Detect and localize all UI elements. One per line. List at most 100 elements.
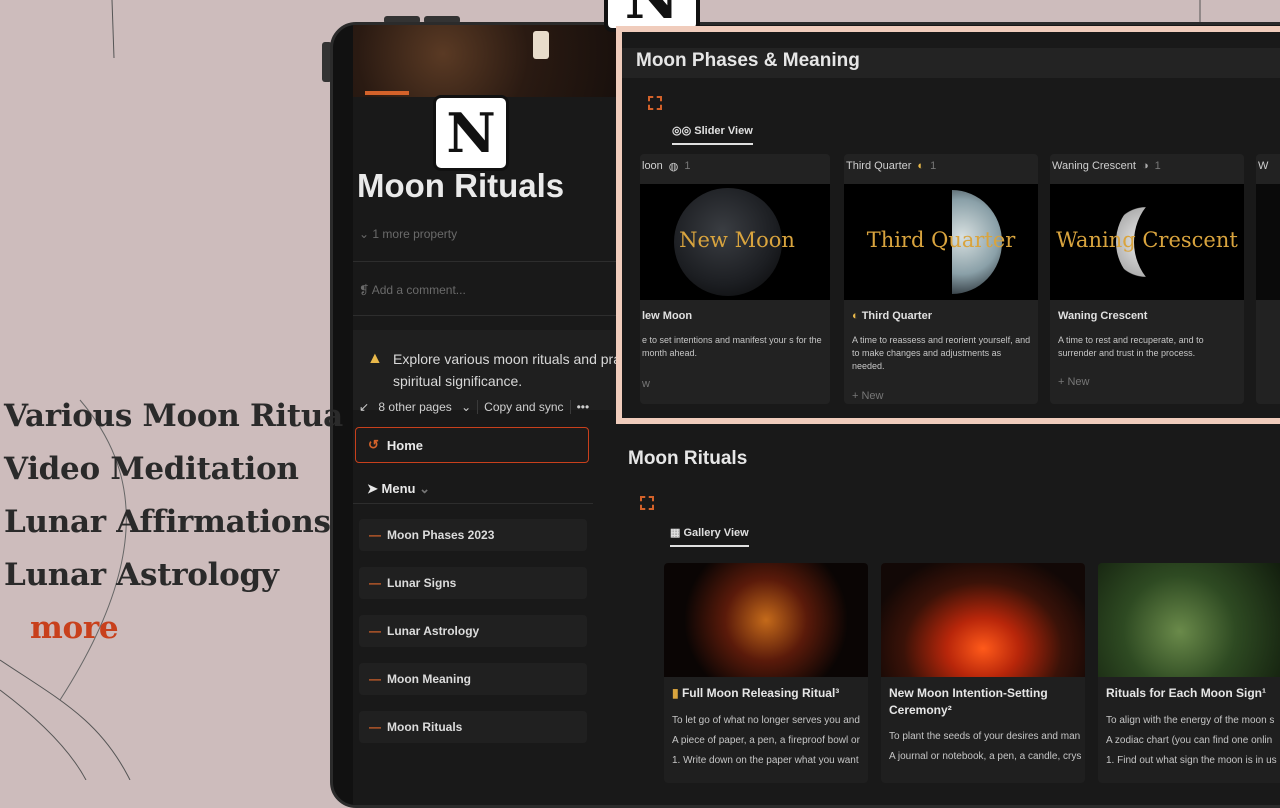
phase-card-partial[interactable]: W xyxy=(1256,154,1280,404)
menu-item-label: Lunar Astrology xyxy=(387,624,480,638)
new-item-button[interactable]: + New xyxy=(852,390,884,402)
phase-image-label: Third Quarter xyxy=(866,228,1016,252)
page-title: Moon Rituals xyxy=(357,167,565,204)
phase-count: 1 xyxy=(684,160,691,172)
promo-item: Various Moon Ritua xyxy=(4,398,343,434)
phase-description: e to set intentions and manifest your s … xyxy=(642,335,822,358)
dash-icon: — xyxy=(369,528,381,542)
page-cover[interactable] xyxy=(353,25,653,97)
phase-description: A time to reassess and reorient yourself… xyxy=(852,335,1031,371)
half-moon-icon: ◐ xyxy=(852,310,862,322)
ritual-card[interactable]: New Moon Intention-Setting Ceremony² To … xyxy=(881,563,1085,783)
phase-count: 1 xyxy=(1154,160,1161,172)
phase-name: lew Moon xyxy=(642,310,693,322)
phase-card-waning-crescent[interactable]: Waning Crescent ◑ 1 Waning Crescent Waning… xyxy=(1050,154,1244,404)
phase-group-header: Third Quarter ◐ 1 xyxy=(846,160,936,172)
ritual-materials: A journal or notebook, a pen, a candle, … xyxy=(889,751,1082,762)
moon-icon: ◑ xyxy=(1141,160,1149,172)
divider xyxy=(353,261,653,262)
ritual-card[interactable]: ▮ Full Moon Releasing Ritual³ To let go … xyxy=(664,563,868,783)
ritual-name-text: Full Moon Releasing Ritual³ xyxy=(681,686,840,700)
home-label: Home xyxy=(386,437,424,453)
tab-label: Slider View xyxy=(694,125,753,137)
phase-name-text: Third Quarter xyxy=(861,310,932,322)
divider xyxy=(353,503,593,504)
moon-phases-overlay: Moon Phases & Meaning ◎◎ Slider View loo… xyxy=(616,26,1280,424)
menu-item-lunar-signs[interactable]: — Lunar Signs xyxy=(359,567,587,599)
phase-name: Waning Crescent xyxy=(1058,310,1148,322)
menu-toggle[interactable]: ➤ Menu ⌄ xyxy=(367,481,430,497)
tab-gallery-view[interactable]: ▦ Gallery View xyxy=(670,526,749,547)
ritual-steps: 1. Write down on the paper what you want xyxy=(672,755,859,766)
phase-card-third-quarter[interactable]: Third Quarter ◐ 1 Third Quarter ◐ Third Qu… xyxy=(844,154,1038,404)
promo-list: Various Moon Ritua Video Meditation Luna… xyxy=(4,390,343,655)
ritual-name: Rituals for Each Moon Sign¹ xyxy=(1106,686,1267,700)
ritual-purpose: To let go of what no longer serves you a… xyxy=(672,715,860,726)
ritual-card[interactable]: Rituals for Each Moon Sign¹ To align wit… xyxy=(1098,563,1280,783)
new-item-button[interactable]: + New xyxy=(1058,376,1090,388)
phase-group-header: W xyxy=(1258,160,1269,172)
menu-item-moon-meaning[interactable]: — Moon Meaning xyxy=(359,663,587,695)
phase-card-new-moon[interactable]: loon ◍ 1 New Moon lew Moon e to set intent… xyxy=(640,154,830,404)
home-button[interactable]: ↺ Home xyxy=(355,427,589,463)
phase-image-label: New Moon xyxy=(679,228,795,252)
phase-description: A time to rest and recuperate, and to su… xyxy=(1058,335,1204,358)
menu-item-label: Moon Rituals xyxy=(387,720,463,734)
more-property-toggle[interactable]: ⌄ 1 more property xyxy=(359,227,457,241)
cover-accent xyxy=(365,91,409,95)
tab-slider-view[interactable]: ◎◎ Slider View xyxy=(672,124,753,145)
moon-phases-title: Moon Phases & Meaning xyxy=(636,50,860,71)
add-comment-label: Add a comment... xyxy=(371,283,466,297)
dash-icon: — xyxy=(369,624,381,638)
new-item-button[interactable]: w xyxy=(642,378,650,390)
rituals-section-title: Moon Rituals xyxy=(628,448,748,469)
ritual-image xyxy=(664,563,868,677)
phase-image: New Moon xyxy=(640,184,830,300)
ritual-purpose: To align with the energy of the moon s xyxy=(1106,715,1275,726)
notion-logo-icon: N xyxy=(433,95,509,171)
menu-item-label: Moon Meaning xyxy=(387,672,471,686)
promo-more-link[interactable]: more xyxy=(4,602,343,655)
comment-icon: ❡ xyxy=(359,283,372,297)
ritual-purpose: To plant the seeds of your desires and m… xyxy=(889,731,1081,742)
phase-group-header: loon ◍ 1 xyxy=(642,160,691,173)
half-moon-icon: ◐ xyxy=(917,160,925,172)
database-icon xyxy=(648,96,662,110)
menu-item-lunar-astrology[interactable]: — Lunar Astrology xyxy=(359,615,587,647)
phase-image: Third Quarter xyxy=(844,184,1038,300)
dash-icon: — xyxy=(369,672,381,686)
ritual-materials: A piece of paper, a pen, a fireproof bow… xyxy=(672,735,860,746)
ritual-name: ▮ Full Moon Releasing Ritual³ xyxy=(672,685,862,702)
phase-image-label: Waning Crescent xyxy=(1056,228,1238,252)
other-pages-label: 8 other pages xyxy=(378,400,452,414)
divider xyxy=(353,315,653,316)
add-comment-field[interactable]: ❡ Add a comment... xyxy=(359,283,466,297)
dash-icon: — xyxy=(369,720,381,734)
gallery-icon: ▦ xyxy=(670,527,684,539)
other-pages-button[interactable]: ↙ 8 other pages ⌄ xyxy=(353,400,479,414)
moon-icon: ◍ xyxy=(668,161,679,173)
menu-item-label: Moon Phases 2023 xyxy=(387,528,495,542)
copy-and-sync-button[interactable]: Copy and sync xyxy=(478,400,571,414)
phase-group-label: loon xyxy=(642,160,663,172)
more-options-button[interactable]: ••• xyxy=(571,400,596,414)
scroll-icon: ▮ xyxy=(672,686,682,700)
chevron-down-icon: ⌄ xyxy=(419,481,430,496)
phase-group-label: Waning Crescent xyxy=(1052,160,1136,172)
promo-item: Video Meditation xyxy=(4,451,299,487)
send-icon: ➤ xyxy=(367,481,382,496)
phase-group-label: Third Quarter xyxy=(846,160,912,172)
ritual-name: New Moon Intention-Setting Ceremony² xyxy=(889,686,1048,717)
phase-image xyxy=(1256,184,1280,300)
more-property-label: 1 more property xyxy=(372,227,458,241)
database-icon xyxy=(640,496,654,510)
synced-block-bar: ↙ 8 other pages ⌄ Copy and sync ••• xyxy=(353,395,595,419)
menu-item-moon-phases[interactable]: — Moon Phases 2023 xyxy=(359,519,587,551)
phase-name: ◐ Third Quarter xyxy=(852,310,932,322)
menu-item-moon-rituals[interactable]: — Moon Rituals xyxy=(359,711,587,743)
ritual-materials: A zodiac chart (you can find one onlin xyxy=(1106,735,1273,746)
phase-image: Waning Crescent xyxy=(1050,184,1244,300)
warning-icon: ▲ xyxy=(367,350,383,367)
ritual-image xyxy=(1098,563,1280,677)
ritual-steps: 1. Find out what sign the moon is in us xyxy=(1106,755,1277,766)
